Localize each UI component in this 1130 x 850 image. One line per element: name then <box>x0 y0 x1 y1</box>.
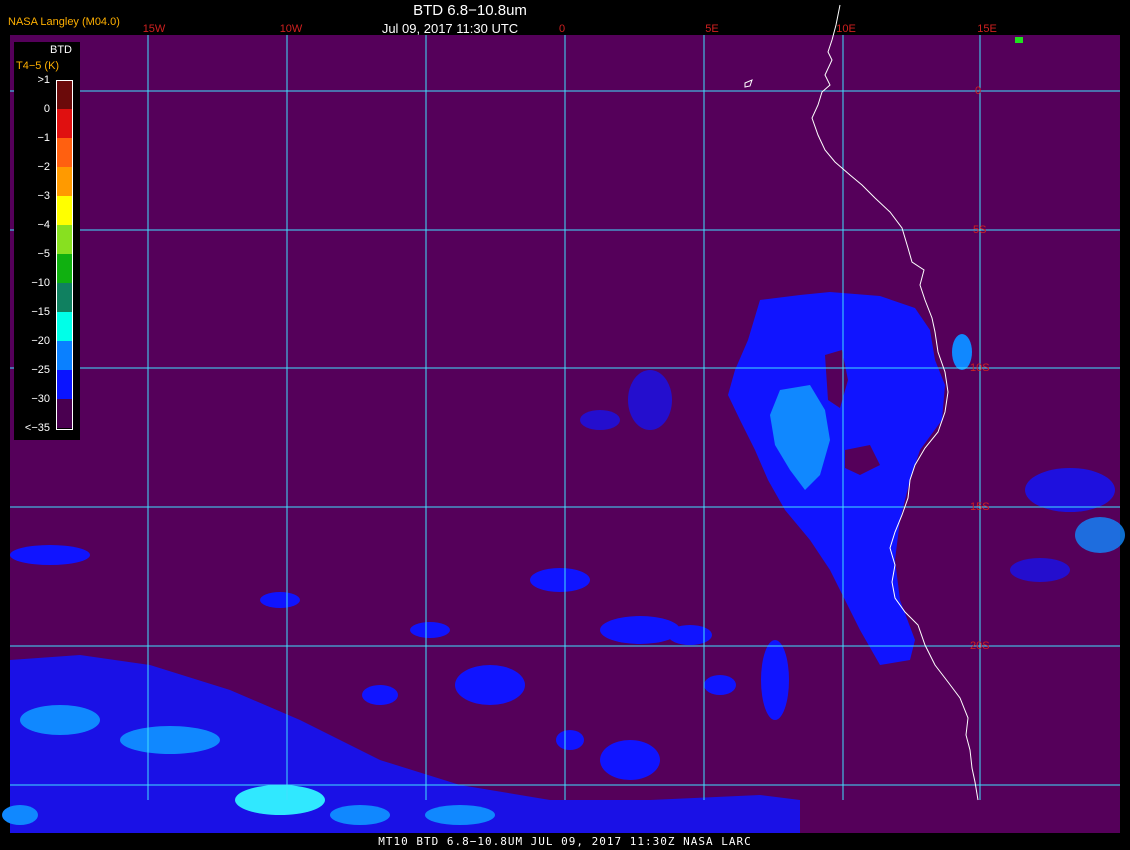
cloud-patch <box>2 805 38 825</box>
lon-label: 15E <box>977 23 997 35</box>
lat-label: 10S <box>970 362 990 374</box>
legend-border <box>56 80 73 430</box>
source-label: NASA Langley (M04.0) <box>8 16 120 28</box>
lon-label: 10W <box>279 23 303 35</box>
legend-label: −1 <box>37 132 50 144</box>
legend-label: −3 <box>37 190 50 202</box>
cloud-patch <box>580 410 620 430</box>
footer-caption: MT10 BTD 6.8−10.8UM JUL 09, 2017 11:30Z … <box>378 835 752 848</box>
lon-label: 0 <box>558 23 566 35</box>
legend-label: −10 <box>31 277 50 289</box>
cloud-patch <box>260 592 300 608</box>
cloud-patch <box>410 622 450 638</box>
legend-label: <−35 <box>24 422 50 434</box>
lat-label: 15S <box>970 501 990 513</box>
lon-label: 15W <box>142 23 166 35</box>
cloud-patch <box>600 616 680 644</box>
cloud-patch <box>1075 517 1125 553</box>
cloud-patch <box>20 705 100 735</box>
cloud-patch <box>668 625 712 645</box>
lat-label: 0 <box>975 85 982 97</box>
cloud-patch <box>10 545 90 565</box>
cloud-patch <box>120 726 220 754</box>
legend-title: BTD <box>50 44 72 56</box>
legend-label: −30 <box>31 393 50 405</box>
color-legend: BTD T4−5 (K) >1 0 −1 −2 −3 −4 −5 −10 −15 −20 −25 −3… <box>14 42 80 440</box>
legend-subtitle: T4−5 (K) <box>16 60 60 72</box>
legend-label: −4 <box>37 219 50 231</box>
cloud-patch <box>530 568 590 592</box>
cloud-patch <box>704 675 736 695</box>
legend-label: −2 <box>37 161 50 173</box>
satellite-map <box>2 4 1125 833</box>
cloud-patch <box>600 740 660 780</box>
lat-label: 5S <box>973 224 987 236</box>
legend-label: −15 <box>31 306 50 318</box>
cloud-patch <box>952 334 972 370</box>
map-title: BTD 6.8−10.8um <box>413 2 527 19</box>
cloud-patch <box>330 805 390 825</box>
cloud-patch <box>235 785 325 815</box>
legend-label: −25 <box>31 364 50 376</box>
map-date: Jul 09, 2017 11:30 UTC <box>381 21 519 36</box>
lat-label: 20S <box>970 640 990 652</box>
cloud-speck <box>1015 37 1023 43</box>
cloud-patch <box>556 730 584 750</box>
cloud-patch <box>628 370 672 430</box>
legend-label: 0 <box>43 103 50 115</box>
cloud-patch <box>1025 468 1115 512</box>
cloud-patch <box>1010 558 1070 582</box>
lon-label: 5E <box>705 23 719 35</box>
cloud-patch <box>761 640 789 720</box>
lon-label: 10E <box>836 23 856 35</box>
cloud-patch <box>455 665 525 705</box>
legend-label: >1 <box>37 74 50 86</box>
cloud-patch <box>362 685 398 705</box>
legend-label: −20 <box>31 335 50 347</box>
cloud-patch <box>425 805 495 825</box>
legend-label: −5 <box>37 248 50 260</box>
